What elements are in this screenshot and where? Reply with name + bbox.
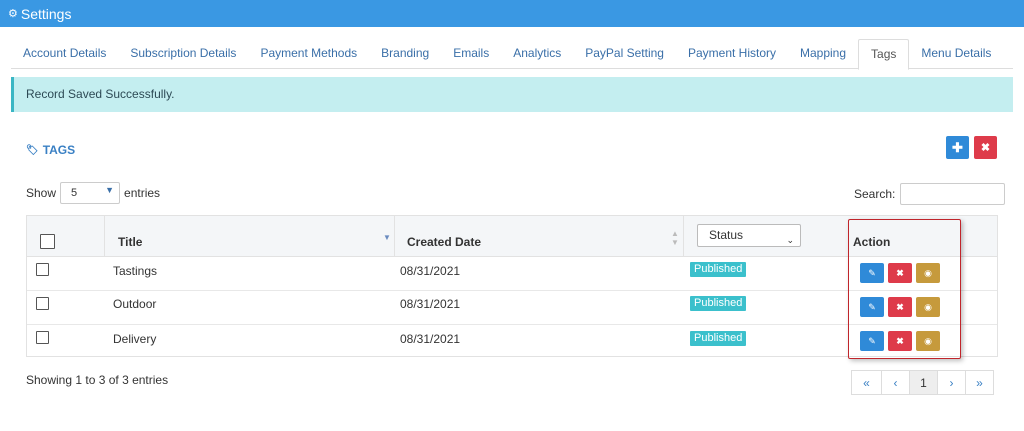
page-size-select[interactable]: 5 [60,182,121,204]
pagination: « ‹ 1 › » [851,370,994,395]
tab-branding[interactable]: Branding [369,39,441,69]
page-size-control: Show 5 ▼ entries [26,182,160,204]
status-filter-label: Status [709,228,744,242]
app-header: ⚙ Settings [0,0,1024,27]
column-divider [683,216,684,257]
current-page-button[interactable]: 1 [909,370,938,395]
row-created-date: 08/31/2021 [400,332,461,346]
row-checkbox[interactable] [36,297,49,310]
column-created-header[interactable]: Created Date [407,235,481,249]
row-created-date: 08/31/2021 [400,264,461,278]
column-title-header[interactable]: Title [118,235,142,249]
tab-mapping[interactable]: Mapping [788,39,858,69]
tab-menu-details[interactable]: Menu Details [909,39,1003,69]
select-all-checkbox[interactable] [40,234,55,249]
column-divider [394,216,395,257]
prev-page-button[interactable]: ‹ [881,370,910,395]
next-page-button[interactable]: › [937,370,966,395]
status-filter-select[interactable]: Status ⌄ [697,224,801,247]
first-page-button[interactable]: « [851,370,882,395]
tab-subscription-details[interactable]: Subscription Details [118,39,248,69]
entries-label: entries [124,186,161,200]
tab-paypal-setting[interactable]: PayPal Setting [573,39,676,69]
delete-tags-button[interactable]: ✖ [974,136,997,159]
gear-icon: ⚙ [8,8,18,20]
tab-account-details[interactable]: Account Details [11,39,118,69]
row-title: Delivery [113,332,157,346]
row-created-date: 08/31/2021 [400,297,461,311]
row-checkbox[interactable] [36,331,49,344]
row-title: Outdoor [113,297,157,311]
status-badge: Published [690,331,747,346]
search-control: Search: [854,183,1006,205]
settings-tabs: Account Details Subscription Details Pay… [11,39,1013,70]
tab-payment-history[interactable]: Payment History [676,39,788,69]
status-badge: Published [690,262,747,277]
close-icon: ✖ [980,142,991,154]
column-divider [104,216,105,257]
row-title: Tastings [113,264,158,278]
tab-analytics[interactable]: Analytics [501,39,573,69]
chevron-down-icon: ⌄ [786,235,794,245]
success-alert: Record Saved Successfully. [11,77,1013,112]
table-info: Showing 1 to 3 of 3 entries [26,373,169,387]
search-input[interactable] [900,183,1006,205]
tag-icon: 🏷 [26,144,39,156]
plus-icon: ✚ [952,139,963,155]
section-title-text: TAGS [42,143,76,157]
sort-desc-icon[interactable]: ▼ [383,233,391,242]
status-badge: Published [690,296,747,311]
show-label: Show [26,186,57,200]
section-title: 🏷 TAGS [26,143,75,157]
page-size-select-wrap: 5 ▼ [56,182,124,204]
sort-icon[interactable]: ▲ ▼ [671,229,679,247]
row-checkbox[interactable] [36,263,49,276]
add-tag-button[interactable]: ✚ [946,136,969,159]
tab-tags[interactable]: Tags [858,39,910,70]
action-column-highlight [848,219,961,359]
last-page-button[interactable]: » [965,370,994,395]
tab-payment-methods[interactable]: Payment Methods [248,39,369,69]
header-title: Settings [20,5,72,22]
search-label: Search: [854,187,896,201]
tab-emails[interactable]: Emails [441,39,501,69]
